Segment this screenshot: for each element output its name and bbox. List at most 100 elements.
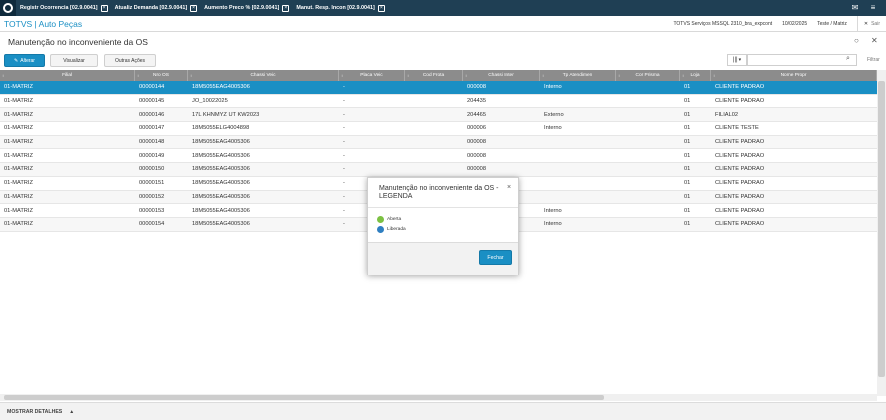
column-header[interactable]: ↕ Chassi Veic	[188, 70, 339, 81]
column-header[interactable]: ↕ Cor Prisma	[616, 70, 680, 81]
table-cell: CLIENTE PADRAO	[715, 139, 765, 146]
table-cell: 00000152	[139, 193, 165, 200]
table-cell: 17L KHNMYZ UT KW2023	[192, 111, 260, 118]
sort-icon[interactable]: ↕	[341, 73, 343, 78]
close-icon[interactable]: ×	[377, 4, 385, 12]
task-tab-atualiz-demanda[interactable]: Atualiz Demanda [02.9.0041] ×	[111, 0, 201, 16]
table-cell: CLIENTE PADRAO	[715, 180, 765, 187]
sort-icon[interactable]: ↕	[713, 73, 715, 78]
sort-icon[interactable]: ↕	[618, 73, 620, 78]
chevron-down-icon: ▾	[738, 57, 742, 63]
table-cell: Externo	[544, 111, 564, 118]
sort-icon[interactable]: ↕	[542, 73, 544, 78]
legend-label: Aberta	[387, 217, 402, 222]
chevron-up-icon[interactable]: ▲	[69, 409, 74, 415]
close-icon[interactable]: ×	[190, 4, 198, 12]
table-cell: 18M5055EAG4005306	[192, 84, 250, 91]
sort-icon[interactable]: ↕	[190, 73, 192, 78]
table-row[interactable]: 01-MATRIZ 00000148 18M5055EAG4005306 - 00000…	[0, 135, 877, 150]
mail-icon[interactable]: ✉	[850, 3, 860, 13]
help-icon[interactable]: ○	[854, 36, 859, 45]
table-cell: 01-MATRIZ	[4, 207, 33, 214]
table-cell	[616, 108, 680, 121]
column-header[interactable]: ↕ Loja	[680, 70, 711, 81]
column-header[interactable]: ↕ Chassi Inter	[463, 70, 540, 81]
table-cell	[540, 136, 616, 149]
table-cell: 01-MATRIZ	[4, 166, 33, 173]
column-header[interactable]: ↕ Nro OS	[135, 70, 188, 81]
table-cell	[616, 204, 680, 217]
close-icon[interactable]: ×	[100, 4, 108, 12]
environment-label: TOTVS Serviços MSSQL 2310_bra_expcont	[673, 20, 773, 27]
mostrar-detalhes-button[interactable]: MOSTRAR DETALHES	[0, 409, 62, 415]
sort-icon[interactable]: ↕	[137, 73, 139, 78]
table-cell: 01	[684, 193, 691, 200]
table-cell: Interno	[544, 207, 562, 214]
column-header[interactable]: ↕ Tp Atendimen	[540, 70, 616, 81]
table-cell	[405, 122, 463, 135]
table-row[interactable]: 01-MATRIZ 00000144 18M5055EAG4005306 - 00000…	[0, 81, 877, 95]
column-header[interactable]: ↕ Cod Frota	[405, 70, 463, 81]
table-cell: 01-MATRIZ	[4, 139, 33, 146]
table-row[interactable]: 01-MATRIZ 00000150 18M5055EAG4005306 - 00000…	[0, 163, 877, 177]
table-cell: Interno	[544, 125, 562, 132]
table-row[interactable]: 01-MATRIZ 00000147 18M5055ELG4004898 - 00000…	[0, 122, 877, 136]
table-row[interactable]: 01-MATRIZ 00000146 17L KHNMYZ UT KW2023 - 20…	[0, 108, 877, 123]
table-cell	[405, 108, 463, 121]
table-row[interactable]: 01-MATRIZ 00000149 18M5055EAG4005306 - 00000…	[0, 149, 877, 164]
task-tab-manut-resp-incon[interactable]: Manut. Resp. Incon [02.9.0041] ×	[292, 0, 388, 16]
table-cell: CLIENTE PADRAO	[715, 193, 765, 200]
table-row[interactable]: 01-MATRIZ 00000145 JO_10022025 - 204435 01 CLI…	[0, 94, 877, 109]
table-cell: 01-MATRIZ	[4, 84, 33, 91]
table-cell: 00000144	[139, 84, 165, 91]
table-cell: 00000148	[139, 139, 165, 146]
visualizar-button[interactable]: Visualizar	[50, 54, 98, 67]
close-icon[interactable]: ×	[282, 4, 290, 12]
table-cell	[616, 81, 680, 94]
table-cell: JO_10022025	[192, 98, 228, 105]
table-cell: 00000147	[139, 125, 165, 132]
column-header-label: Nro OS	[153, 73, 169, 78]
alterar-button[interactable]: ✎ Alterar	[4, 54, 45, 67]
table-cell	[405, 81, 463, 94]
totvs-logo-icon[interactable]	[0, 0, 16, 16]
table-cell: CLIENTE PADRAO	[715, 221, 765, 228]
search-icon[interactable]: ⌕	[846, 55, 850, 63]
filtrar-button[interactable]: Filtrar	[867, 57, 880, 63]
outras-acoes-button[interactable]: Outras Ações	[104, 54, 156, 67]
exit-icon[interactable]: ✕	[864, 21, 868, 27]
table-cell: 01	[684, 166, 691, 173]
taskbar: Registr Ocorrencia [02.9.0041] × Atualiz…	[0, 0, 886, 16]
column-header[interactable]: ↕ Filial	[0, 70, 135, 81]
legend-dialog: Manutenção no inconveniente da OS - LEGE…	[367, 177, 519, 275]
table-cell	[540, 95, 616, 108]
vertical-scroll-thumb[interactable]	[878, 81, 885, 377]
page-title: Manutenção no inconveniente da OS	[8, 37, 148, 47]
table-cell: 000008	[467, 152, 486, 159]
exit-button[interactable]: Sair	[871, 21, 880, 27]
sort-icon[interactable]: ↕	[2, 73, 4, 78]
table-cell: Interno	[544, 221, 562, 228]
view-selector[interactable]: ||| ▾	[727, 54, 747, 66]
sort-icon[interactable]: ↕	[407, 73, 409, 78]
dialog-close-icon[interactable]: ×	[507, 184, 511, 191]
outras-acoes-label: Outras Ações	[114, 57, 145, 64]
task-tab-aumento-preco[interactable]: Aumento Preco % [02.9.0041] ×	[200, 0, 292, 16]
menu-icon[interactable]: ≡	[868, 3, 878, 13]
table-cell: 18M5055EAG4005306	[192, 221, 250, 228]
sort-icon[interactable]: ↕	[682, 73, 684, 78]
close-page-icon[interactable]: ✕	[871, 36, 878, 45]
column-header[interactable]: ↕ Nome Propr	[711, 70, 877, 81]
company-label: Teste / Matriz	[817, 20, 847, 27]
task-tab-registr-ocorrencia[interactable]: Registr Ocorrencia [02.9.0041] ×	[16, 0, 111, 16]
table-cell	[616, 218, 680, 231]
fechar-button[interactable]: Fechar	[479, 250, 512, 265]
table-cell: 000008	[467, 84, 486, 91]
column-header[interactable]: ↕ Placa Veic	[339, 70, 405, 81]
horizontal-scroll-thumb[interactable]	[4, 395, 604, 400]
pencil-icon: ✎	[14, 57, 19, 64]
search-input[interactable]	[747, 54, 857, 66]
table-cell: 00000146	[139, 111, 165, 118]
table-cell: 18M5055ELG4004898	[192, 125, 250, 132]
sort-icon[interactable]: ↕	[465, 73, 467, 78]
